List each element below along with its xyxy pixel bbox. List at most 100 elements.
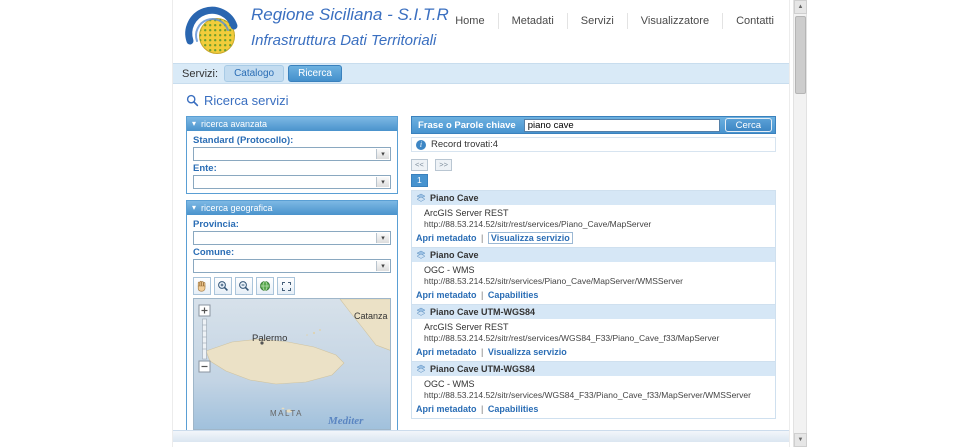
standard-protocollo-select[interactable]: ▾	[193, 147, 391, 161]
tab-catalogo[interactable]: Catalogo	[224, 65, 285, 82]
apri-metadato-link[interactable]: Apri metadato	[416, 347, 477, 357]
zoom-in-icon	[218, 281, 228, 291]
full-extent-tool-button[interactable]	[256, 277, 274, 295]
keyword-search-input[interactable]	[523, 118, 720, 132]
map-label-malta: MALTA	[270, 409, 303, 418]
apri-metadato-link[interactable]: Apri metadato	[416, 290, 477, 300]
result-header[interactable]: Piano Cave UTM-WGS84	[412, 361, 775, 376]
result-links: Apri metadato | Visualizza servizio	[412, 346, 775, 361]
nav-item-home[interactable]: Home	[442, 13, 497, 29]
ente-label: Ente:	[193, 163, 217, 174]
result-url: http://88.53.214.52/sitr/services/WGS84_…	[424, 390, 751, 400]
visualizza-servizio-link[interactable]: Visualizza servizio	[488, 347, 567, 357]
tabbar-label: Servizi:	[182, 67, 219, 80]
browser-scrollbar[interactable]: ▲ ▼	[793, 0, 807, 447]
zoom-in-tool-button[interactable]	[214, 277, 232, 295]
nav-item-metadati[interactable]: Metadati	[497, 13, 567, 29]
geographic-search-title: ricerca geografica	[201, 203, 273, 213]
cerca-button[interactable]: Cerca	[724, 118, 772, 132]
keyword-search-bar: Frase o Parole chiave Cerca	[411, 116, 776, 134]
result-body: OGC - WMS http://88.53.214.52/sitr/servi…	[412, 376, 775, 403]
provincia-label: Provincia:	[193, 219, 239, 230]
result-body: ArcGIS Server REST http://88.53.214.52/s…	[412, 319, 775, 346]
sicily-map[interactable]: Palermo Catanza MALTA Mediter	[193, 298, 391, 430]
hand-icon	[197, 280, 206, 292]
result-url: http://88.53.214.52/sitr/rest/services/W…	[424, 333, 720, 343]
info-icon: i	[416, 139, 426, 150]
layers-icon	[416, 250, 426, 259]
geographic-search-panel-header[interactable]: ▾ ricerca geografica	[187, 201, 397, 215]
result-links: Apri metadato | Capabilities	[412, 289, 775, 304]
pagination: << >> 1	[411, 155, 776, 187]
ente-select[interactable]: ▾	[193, 175, 391, 189]
nav-item-contatti[interactable]: Contatti	[722, 13, 787, 29]
zoom-out-icon	[239, 281, 249, 291]
result-title: Piano Cave	[430, 250, 479, 260]
layers-icon	[416, 307, 426, 316]
advanced-search-panel: ▾ ricerca avanzata Standard (Protocollo)…	[186, 116, 398, 194]
main-nav: Home Metadati Servizi Visualizzatore Con…	[442, 13, 787, 29]
map-label-mediterranean: Mediter	[328, 415, 364, 427]
scroll-up-button[interactable]: ▲	[794, 0, 807, 14]
search-icon	[186, 94, 199, 107]
apri-metadato-link[interactable]: Apri metadato	[416, 233, 477, 243]
dropdown-arrow-icon: ▾	[376, 177, 389, 187]
result-body: ArcGIS Server REST http://88.53.214.52/s…	[412, 205, 775, 232]
nav-item-visualizzatore[interactable]: Visualizzatore	[626, 13, 722, 29]
capabilities-link[interactable]: Capabilities	[488, 404, 539, 414]
extent-box-icon	[281, 281, 291, 291]
site-subtitle: Infrastruttura Dati Territoriali	[251, 32, 437, 49]
result-header[interactable]: Piano Cave	[412, 247, 775, 262]
collapse-icon: ▾	[192, 203, 197, 212]
sitr-logo	[183, 3, 240, 60]
content-area: Ricerca servizi ▾ ricerca avanzata Stand…	[173, 84, 789, 441]
advanced-search-panel-header[interactable]: ▾ ricerca avanzata	[187, 117, 397, 131]
geographic-search-panel: ▾ ricerca geografica Provincia: ▾ Comune…	[186, 200, 398, 435]
brand-block: Regione Siciliana - S.I.T.R Infrastruttu…	[251, 5, 449, 49]
servizi-tabbar: Servizi: Catalogo Ricerca	[173, 63, 789, 84]
scrollbar-thumb[interactable]	[795, 16, 806, 94]
pan-tool-button[interactable]	[193, 277, 211, 295]
scroll-down-button[interactable]: ▼	[794, 433, 807, 447]
tab-ricerca[interactable]: Ricerca	[288, 65, 342, 82]
visualizza-servizio-link[interactable]: Visualizza servizio	[487, 232, 573, 244]
map-label-catanzaro: Catanza	[354, 311, 388, 321]
pagination-current-page[interactable]: 1	[411, 174, 428, 187]
apri-metadato-link[interactable]: Apri metadato	[416, 404, 477, 414]
select-extent-tool-button[interactable]	[277, 277, 295, 295]
result-item: Piano Cave OGC - WMS http://88.53.214.52…	[412, 247, 775, 304]
footer-bar	[173, 430, 789, 442]
result-title: Piano Cave UTM-WGS84	[430, 364, 536, 374]
result-links: Apri metadato | Capabilities	[412, 403, 775, 418]
result-item: Piano Cave ArcGIS Server REST http://88.…	[412, 191, 775, 247]
result-header[interactable]: Piano Cave UTM-WGS84	[412, 304, 775, 319]
keyword-search-label: Frase o Parole chiave	[418, 119, 516, 131]
link-separator: |	[481, 404, 484, 414]
zoom-out-tool-button[interactable]	[235, 277, 253, 295]
result-type: OGC - WMS	[424, 265, 475, 275]
nav-item-servizi[interactable]: Servizi	[566, 13, 627, 29]
layers-icon	[416, 364, 426, 373]
left-sidebar: ▾ ricerca avanzata Standard (Protocollo)…	[186, 116, 398, 441]
site-header: Regione Siciliana - S.I.T.R Infrastruttu…	[173, 0, 789, 63]
dropdown-arrow-icon: ▾	[376, 261, 389, 271]
result-url: http://88.53.214.52/sitr/rest/services/P…	[424, 219, 652, 229]
result-header[interactable]: Piano Cave	[412, 191, 775, 205]
records-found-text: Record trovati:4	[431, 139, 499, 150]
provincia-select[interactable]: ▾	[193, 231, 391, 245]
pagination-next-button[interactable]: >>	[435, 159, 452, 171]
collapse-icon: ▾	[192, 119, 197, 128]
comune-label: Comune:	[193, 247, 235, 258]
link-separator: |	[481, 347, 484, 357]
link-separator: |	[481, 233, 484, 243]
page-title: Ricerca servizi	[204, 93, 289, 108]
page-container: Regione Siciliana - S.I.T.R Infrastruttu…	[172, 0, 790, 447]
result-type: ArcGIS Server REST	[424, 322, 509, 332]
dropdown-arrow-icon: ▾	[376, 149, 389, 159]
result-type: OGC - WMS	[424, 379, 475, 389]
advanced-search-title: ricerca avanzata	[201, 119, 268, 129]
comune-select[interactable]: ▾	[193, 259, 391, 273]
map-label-palermo: Palermo	[252, 333, 288, 344]
pagination-prev-button[interactable]: <<	[411, 159, 428, 171]
capabilities-link[interactable]: Capabilities	[488, 290, 539, 300]
